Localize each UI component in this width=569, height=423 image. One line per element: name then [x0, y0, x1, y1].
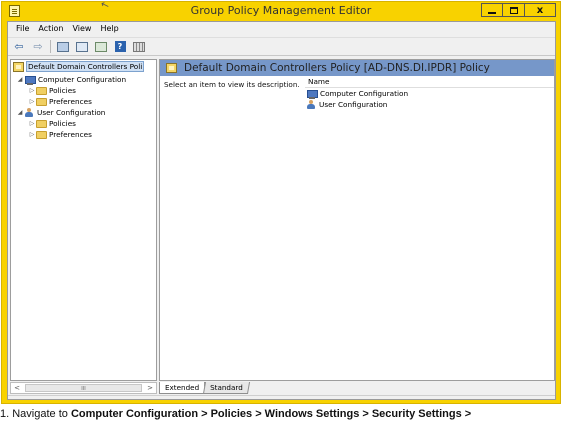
export-list-button[interactable]: [93, 39, 109, 54]
menu-action[interactable]: Action: [34, 22, 68, 36]
tree-item-computer-configuration[interactable]: ◢ Computer Configuration: [16, 74, 126, 85]
close-button[interactable]: x: [525, 3, 556, 17]
tree-label: User Configuration: [37, 108, 106, 117]
tab-extended[interactable]: Extended: [159, 382, 206, 394]
tree-pane-icon: [57, 41, 69, 52]
tree-label: Policies: [49, 119, 76, 128]
properties-button[interactable]: [74, 39, 90, 54]
scroll-track[interactable]: III: [23, 383, 144, 393]
tree-horizontal-scrollbar[interactable]: < III >: [10, 382, 157, 394]
user-icon: [306, 99, 317, 110]
scroll-grip: III: [81, 386, 86, 392]
view-tabs: Extended Standard: [159, 381, 250, 394]
columns-icon: [133, 41, 145, 52]
folder-icon: [36, 119, 47, 128]
scroll-right-button[interactable]: >: [144, 383, 156, 393]
gpo-icon: [13, 61, 24, 72]
show-hide-tree-button[interactable]: [55, 39, 71, 54]
back-button[interactable]: ⇦: [11, 39, 27, 54]
collapsed-triangle-icon: ▷: [29, 98, 35, 105]
tree-item-user-preferences[interactable]: ▷ Preferences: [28, 129, 92, 140]
description-text: Select an item to view its description.: [164, 80, 300, 89]
tree-item-user-configuration[interactable]: ◢ User Configuration: [16, 107, 105, 118]
tab-label: Standard: [210, 383, 243, 392]
forward-arrow-icon: ⇨: [33, 40, 43, 53]
menu-help[interactable]: Help: [96, 22, 123, 36]
user-icon: [24, 107, 35, 118]
window-title: Group Policy Management Editor: [190, 4, 372, 17]
tree-label: Preferences: [49, 97, 92, 106]
tree-root[interactable]: Default Domain Controllers Poli: [13, 61, 145, 72]
instruction-path: Computer Configuration > Policies > Wind…: [70, 408, 472, 420]
minimize-icon: [488, 12, 496, 14]
help-icon: ?: [114, 41, 126, 52]
maximize-icon: [509, 6, 518, 14]
forward-button[interactable]: ⇨: [30, 39, 46, 54]
tab-standard[interactable]: Standard: [203, 382, 250, 394]
tree-label: Computer Configuration: [38, 75, 127, 84]
instruction-prefix: 1. Navigate to: [0, 408, 71, 420]
tree-item-user-policies[interactable]: ▷ Policies: [28, 118, 76, 129]
toolbar: ⇦ ⇨ ?: [8, 37, 555, 56]
computer-icon: [24, 75, 36, 85]
scroll-thumb[interactable]: III: [25, 384, 142, 392]
folder-icon: [36, 97, 47, 106]
tree-label: Default Domain Controllers Poli: [26, 61, 145, 72]
list-item-label: User Configuration: [319, 100, 388, 109]
details-header: Default Domain Controllers Policy [AD-DN…: [160, 60, 554, 76]
folder-icon: [36, 86, 47, 95]
computer-icon: [306, 89, 318, 99]
scroll-left-button[interactable]: <: [11, 383, 23, 393]
status-bar: [8, 395, 555, 401]
help-button[interactable]: ?: [112, 39, 128, 54]
expanded-triangle-icon: ◢: [17, 109, 23, 116]
tree-item-computer-preferences[interactable]: ▷ Preferences: [28, 96, 92, 107]
collapsed-triangle-icon: ▷: [29, 131, 35, 138]
properties-icon: [76, 41, 88, 52]
maximize-button[interactable]: [503, 3, 525, 17]
details-title: Default Domain Controllers Policy [AD-DN…: [184, 62, 490, 74]
gpo-icon: [166, 63, 177, 73]
list-item-user-configuration[interactable]: User Configuration: [306, 99, 387, 110]
group-policy-window: Group Policy Management Editor x File Ac…: [1, 1, 561, 404]
expanded-triangle-icon: ◢: [17, 76, 23, 83]
back-arrow-icon: ⇦: [14, 40, 24, 53]
instruction-text: 1. Navigate to Computer Configuration > …: [0, 407, 569, 423]
minimize-button[interactable]: [481, 3, 503, 17]
close-icon: x: [536, 4, 544, 16]
list-item-label: Computer Configuration: [320, 89, 409, 98]
collapsed-triangle-icon: ▷: [29, 87, 35, 94]
tree-label: Policies: [49, 86, 76, 95]
collapsed-triangle-icon: ▷: [29, 120, 35, 127]
tree-pane: Default Domain Controllers Poli ◢ Comput…: [10, 59, 157, 381]
tree-item-computer-policies[interactable]: ▷ Policies: [28, 85, 76, 96]
export-list-icon: [95, 41, 107, 52]
title-bar[interactable]: Group Policy Management Editor x: [2, 2, 560, 20]
show-columns-button[interactable]: [131, 39, 147, 54]
list-item-computer-configuration[interactable]: Computer Configuration: [306, 88, 408, 99]
folder-icon: [36, 130, 47, 139]
menu-bar: File Action View Help: [8, 22, 555, 36]
details-pane: Default Domain Controllers Policy [AD-DN…: [159, 59, 555, 381]
client-area: File Action View Help ⇦ ⇨ ? Default Doma…: [7, 21, 556, 400]
tree-label: Preferences: [49, 130, 92, 139]
menu-file[interactable]: File: [12, 22, 34, 36]
toolbar-separator: [50, 40, 51, 53]
menu-view[interactable]: View: [68, 22, 96, 36]
name-column-header[interactable]: Name: [305, 77, 554, 88]
window-controls: x: [481, 3, 556, 17]
